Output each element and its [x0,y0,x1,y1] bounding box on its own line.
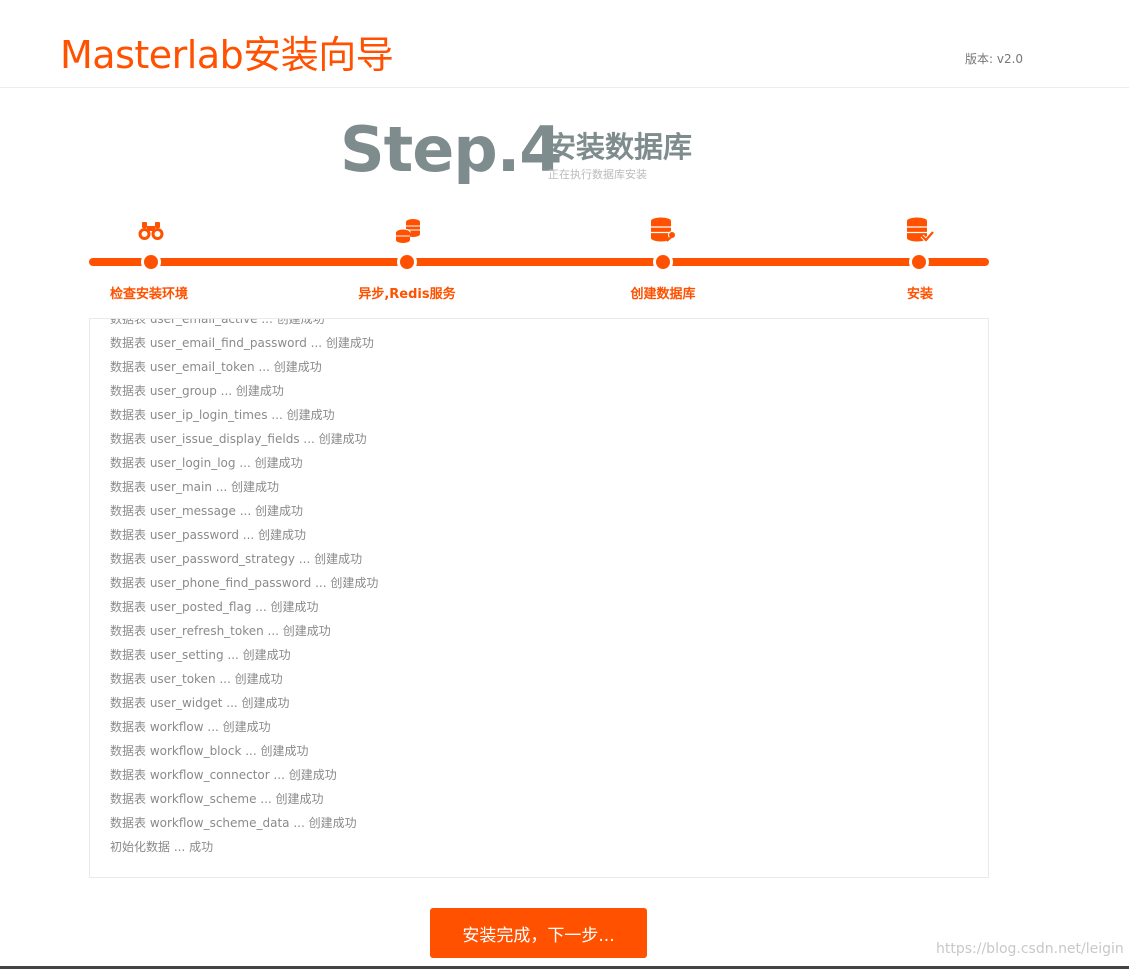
log-line: 数据表 user_email_token ... 创建成功 [110,360,322,374]
step-title: 安装数据库 [547,130,693,164]
stage-dot [141,252,161,272]
step-number: Step.4 [340,113,562,186]
stage-label-redis: 异步,Redis服务 [358,287,456,302]
log-line: 数据表 workflow_connector ... 创建成功 [110,768,337,782]
brand-title: Masterlab安装向导 [60,33,394,77]
watermark: https://blog.csdn.net/leigin [936,941,1124,957]
log-line: 数据表 user_main ... 创建成功 [110,480,280,494]
log-line: 数据表 user_password_strategy ... 创建成功 [110,552,363,566]
install-log-panel[interactable]: 数据表 user_email_active ... 创建成功数据表 user_e… [89,318,989,878]
stage-label-create-db: 创建数据库 [630,287,696,302]
log-line: 数据表 user_refresh_token ... 创建成功 [110,624,331,638]
log-line: 数据表 user_setting ... 创建成功 [110,648,291,662]
stage-dot [653,252,673,272]
log-line: 数据表 user_phone_find_password ... 创建成功 [110,576,379,590]
log-line: 数据表 workflow ... 创建成功 [110,720,271,734]
binoculars-icon [136,216,166,246]
step-subtitle: 正在执行数据库安装 [548,168,647,181]
log-line: 数据表 user_group ... 创建成功 [110,384,284,398]
log-line: 数据表 user_ip_login_times ... 创建成功 [110,408,335,422]
log-line: 数据表 user_email_active ... 创建成功 [110,318,325,326]
log-line: 数据表 user_message ... 创建成功 [110,504,303,518]
progress-track [89,258,989,266]
coins-stack-icon [393,216,423,246]
header: Masterlab安装向导 版本: v2.0 [0,0,1129,88]
install-log-list: 数据表 user_email_active ... 创建成功数据表 user_e… [110,318,379,859]
log-line: 数据表 user_widget ... 创建成功 [110,696,290,710]
stage-label-install: 安装 [906,287,933,302]
log-line: 数据表 user_token ... 创建成功 [110,672,283,686]
log-line: 数据表 workflow_block ... 创建成功 [110,744,309,758]
database-key-icon [649,216,679,246]
stage-label-check-env: 检查安装环境 [109,287,188,302]
log-line: 初始化数据 ... 成功 [110,840,214,854]
version-label: 版本: v2.0 [965,52,1024,66]
database-check-icon [905,216,935,246]
log-line: 数据表 workflow_scheme ... 创建成功 [110,792,324,806]
log-line: 数据表 user_password ... 创建成功 [110,528,307,542]
log-line: 数据表 user_posted_flag ... 创建成功 [110,600,319,614]
log-line: 数据表 user_login_log ... 创建成功 [110,456,303,470]
log-line: 数据表 user_email_find_password ... 创建成功 [110,336,374,350]
stage-dot [909,252,929,272]
log-line: 数据表 user_issue_display_fields ... 创建成功 [110,432,367,446]
stage-dot [397,252,417,272]
log-line: 数据表 workflow_scheme_data ... 创建成功 [110,816,357,830]
next-step-button[interactable]: 安装完成，下一步... [430,908,647,958]
